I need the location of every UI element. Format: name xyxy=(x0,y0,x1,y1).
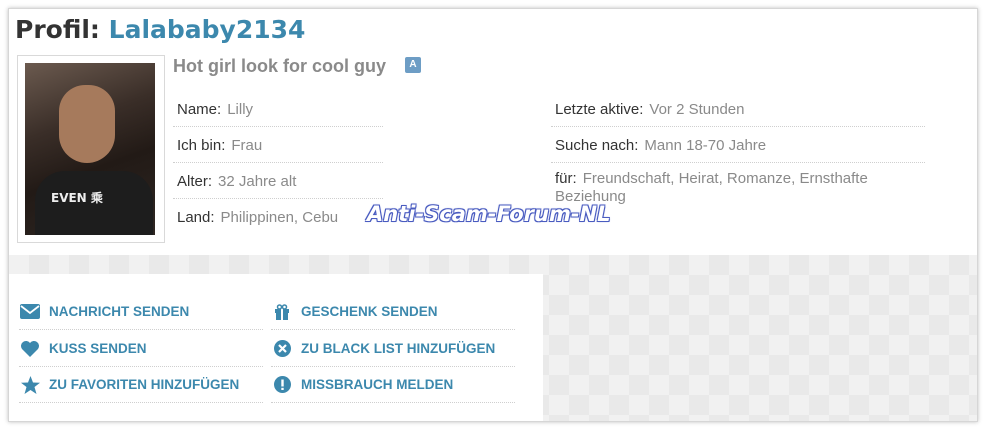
detail-value: Vor 2 Stunden xyxy=(649,101,745,118)
watermark: Anti-Scam-Forum-NL xyxy=(367,202,611,226)
detail-row-country: Land: Philippinen, Cebu xyxy=(173,199,383,234)
page-title: Profil: Lalababy2134 xyxy=(15,15,305,44)
detail-key: Letzte aktive: xyxy=(555,101,644,118)
send-gift-button[interactable]: GESCHENK SENDEN xyxy=(271,294,515,330)
detail-row-gender: Ich bin: Frau xyxy=(173,127,383,163)
send-message-label: NACHRICHT SENDEN xyxy=(49,304,190,319)
detail-value: Philippinen, Cebu xyxy=(220,209,339,226)
detail-row-last-active: Letzte aktive: Vor 2 Stunden xyxy=(551,91,925,127)
detail-key: für: xyxy=(555,170,577,187)
detail-row-name: Name: Lilly xyxy=(173,91,383,127)
action-panel: NACHRICHT SENDEN GESCHENK SENDEN KUSS SE… xyxy=(9,274,543,421)
report-abuse-label: MISSBRAUCH MELDEN xyxy=(301,377,454,392)
profile-headline: Hot girl look for cool guy xyxy=(173,56,386,76)
send-message-button[interactable]: NACHRICHT SENDEN xyxy=(19,294,263,330)
detail-value: 32 Jahre alt xyxy=(218,173,297,190)
profile-label: Profil: xyxy=(15,15,100,44)
profile-username: Lalababy2134 xyxy=(108,15,306,44)
add-favorites-label: ZU FAVORITEN HINZUFÜGEN xyxy=(49,377,240,392)
detail-row-purpose: für: Freundschaft, Heirat, Romanze, Ernst… xyxy=(551,163,925,205)
profile-photo-frame[interactable]: EVEN 乘 xyxy=(17,55,165,243)
star-icon xyxy=(19,374,41,396)
detail-key: Ich bin: xyxy=(177,137,226,154)
translate-icon[interactable]: A xyxy=(405,57,421,73)
exclamation-circle-icon xyxy=(271,374,293,396)
detail-key: Suche nach: xyxy=(555,137,639,154)
detail-row-age: Alter: 32 Jahre alt xyxy=(173,163,383,199)
detail-key: Name: xyxy=(177,101,222,118)
detail-key: Alter: xyxy=(177,173,213,190)
close-circle-icon xyxy=(271,338,293,360)
send-gift-label: GESCHENK SENDEN xyxy=(301,304,438,319)
add-blacklist-label: ZU BLACK LIST HINZUFÜGEN xyxy=(301,341,496,356)
profile-photo[interactable]: EVEN 乘 xyxy=(25,63,155,235)
detail-value: Freundschaft, Heirat, Romanze, Ernsthaft… xyxy=(555,170,868,205)
report-abuse-button[interactable]: MISSBRAUCH MELDEN xyxy=(271,367,515,403)
add-blacklist-button[interactable]: ZU BLACK LIST HINZUFÜGEN xyxy=(271,331,515,367)
gift-icon xyxy=(271,301,293,323)
detail-value: Mann 18-70 Jahre xyxy=(644,137,767,154)
send-kiss-label: KUSS SENDEN xyxy=(49,341,147,356)
heart-icon xyxy=(19,338,41,360)
profile-panel: Profil: Lalababy2134 EVEN 乘 Hot girl loo… xyxy=(8,8,978,422)
send-kiss-button[interactable]: KUSS SENDEN xyxy=(19,331,263,367)
detail-value: Frau xyxy=(231,137,263,154)
detail-key: Land: xyxy=(177,209,215,226)
detail-row-seeking: Suche nach: Mann 18-70 Jahre xyxy=(551,127,925,163)
envelope-icon xyxy=(19,301,41,323)
photo-face xyxy=(59,85,115,163)
add-favorites-button[interactable]: ZU FAVORITEN HINZUFÜGEN xyxy=(19,367,263,403)
photo-shirt-text: EVEN 乘 xyxy=(51,191,103,205)
detail-value: Lilly xyxy=(227,101,254,118)
